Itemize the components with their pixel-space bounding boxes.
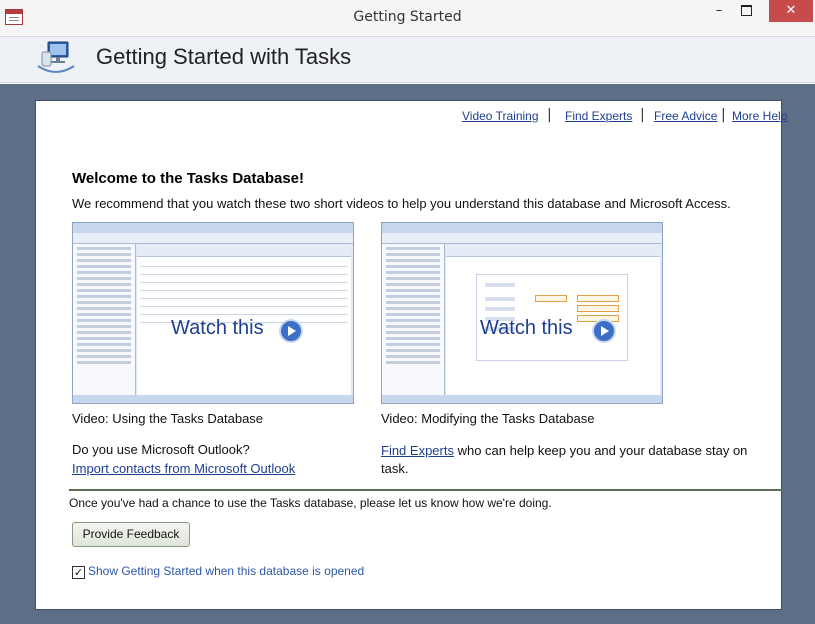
- tasks-app-icon: [37, 41, 75, 73]
- video-thumbnail-modifying[interactable]: Watch this: [381, 222, 663, 404]
- find-experts-link[interactable]: Find Experts: [565, 109, 632, 123]
- thumbnail-navigation-pane: [382, 244, 445, 395]
- video-thumbnail-using[interactable]: Watch this: [72, 222, 354, 404]
- thumbnail-window-bar: [73, 223, 353, 233]
- title-bar: Getting Started – ✕: [0, 0, 815, 37]
- link-separator: |: [640, 107, 645, 123]
- find-experts-paragraph: Find Experts who can help keep you and y…: [381, 442, 771, 478]
- show-getting-started-label[interactable]: Show Getting Started when this database …: [88, 564, 364, 578]
- thumbnail-ribbon: [382, 233, 662, 244]
- video-caption-using: Video: Using the Tasks Database: [72, 411, 264, 426]
- section-divider: [69, 489, 782, 491]
- provide-feedback-button[interactable]: Provide Feedback: [72, 522, 190, 547]
- thumbnail-status-bar: [382, 395, 662, 403]
- thumbnail-status-bar: [73, 395, 353, 403]
- outlook-question: Do you use Microsoft Outlook?: [72, 442, 250, 457]
- window-title: Getting Started: [353, 9, 462, 25]
- maximize-icon: [740, 5, 752, 16]
- minimize-button[interactable]: –: [705, 0, 733, 22]
- header-title: Getting Started with Tasks: [96, 44, 352, 69]
- header-banner: Getting Started with Tasks: [0, 37, 815, 83]
- feedback-note: Once you've had a chance to use the Task…: [69, 496, 552, 510]
- video-caption-modifying: Video: Modifying the Tasks Database: [381, 411, 595, 426]
- welcome-heading: Welcome to the Tasks Database!: [72, 170, 305, 187]
- import-outlook-contacts-link[interactable]: Import contacts from Microsoft Outlook: [72, 461, 295, 476]
- welcome-intro: We recommend that you watch these two sh…: [72, 196, 731, 211]
- link-separator: |: [721, 107, 726, 123]
- watch-this-label: Watch this: [171, 317, 264, 339]
- play-icon[interactable]: [592, 319, 616, 343]
- thumbnail-window-bar: [382, 223, 662, 233]
- show-getting-started-checkbox[interactable]: ✓: [72, 566, 85, 579]
- free-advice-link[interactable]: Free Advice: [654, 109, 717, 123]
- video-training-link[interactable]: Video Training: [462, 109, 539, 123]
- link-separator: |: [547, 107, 552, 123]
- close-button[interactable]: ✕: [769, 0, 813, 22]
- thumbnail-navigation-pane: [73, 244, 136, 395]
- maximize-button[interactable]: [732, 0, 760, 22]
- more-help-link[interactable]: More Help: [732, 109, 787, 123]
- play-icon[interactable]: [279, 319, 303, 343]
- find-experts-inline-link[interactable]: Find Experts: [381, 443, 454, 458]
- thumbnail-ribbon: [73, 233, 353, 244]
- watch-this-label: Watch this: [480, 317, 573, 339]
